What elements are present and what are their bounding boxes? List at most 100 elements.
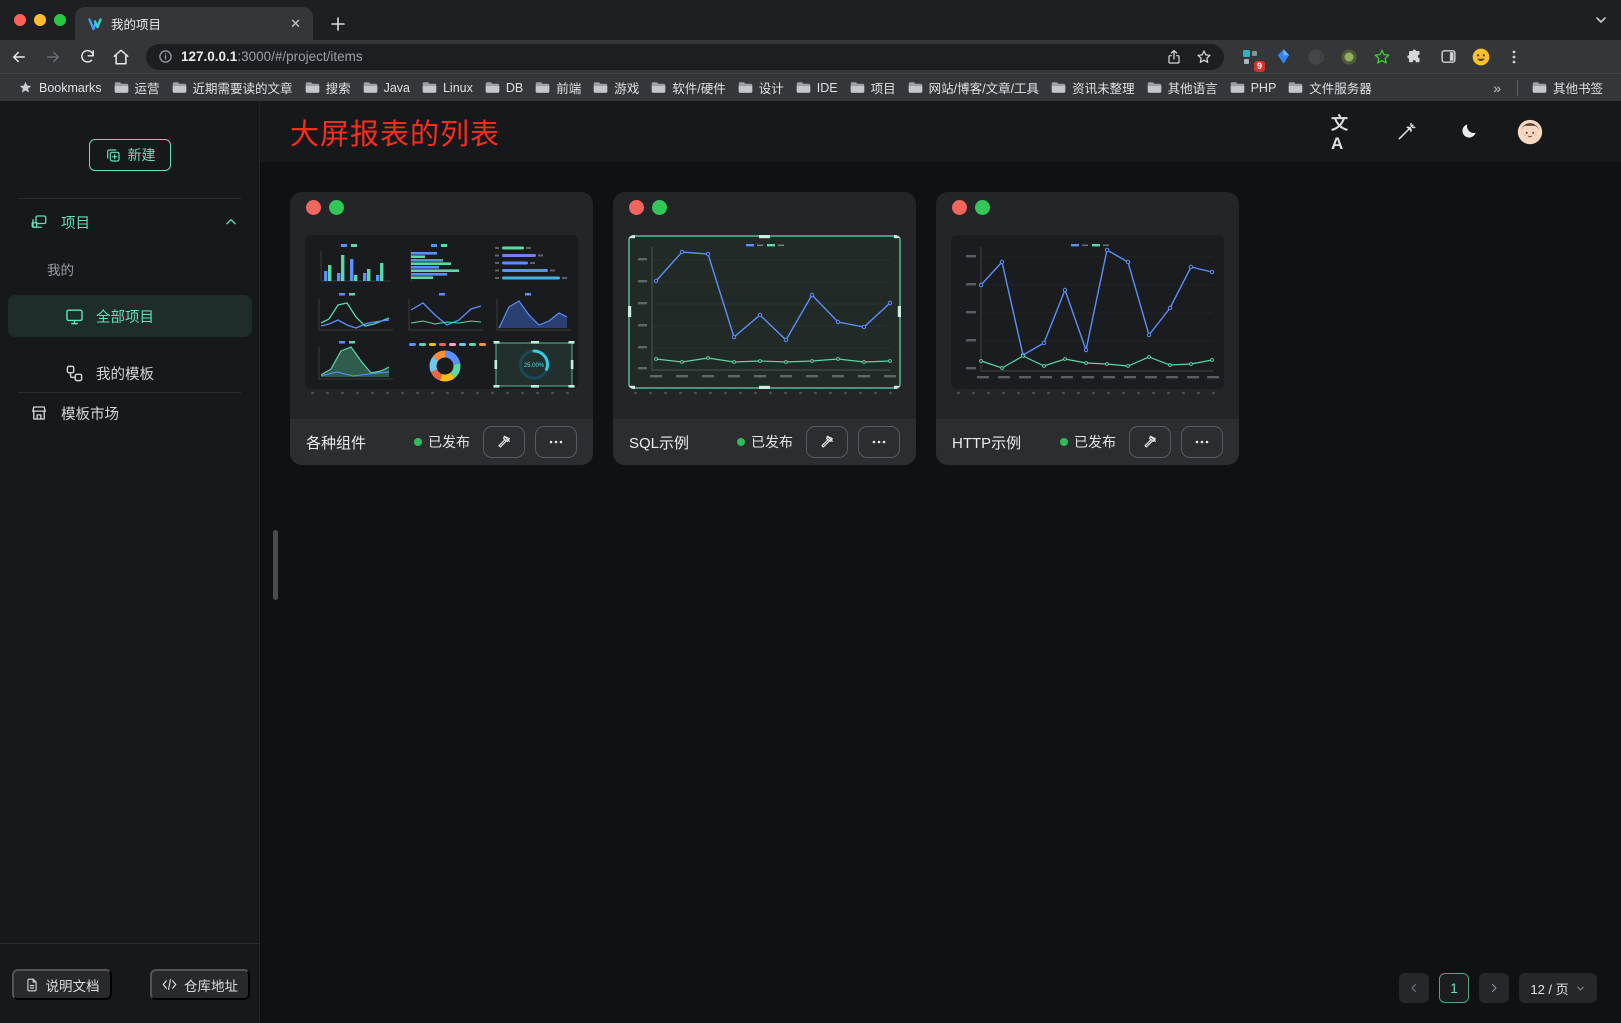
profile-avatar-icon[interactable]: [1469, 45, 1493, 69]
browser-tab[interactable]: 我的项目 ✕: [75, 7, 313, 40]
storefront-icon: [30, 404, 48, 422]
extensions-puzzle-icon[interactable]: [1403, 45, 1427, 69]
card-red-dot-icon: [629, 200, 644, 215]
bookmark-folder[interactable]: 搜索: [299, 78, 357, 97]
projects-icon: [30, 213, 48, 231]
sidebar-item-template-market[interactable]: 模板市场: [0, 398, 260, 428]
content-scrollbar[interactable]: [273, 530, 278, 600]
page-number-button[interactable]: 1: [1439, 973, 1469, 1003]
docs-button[interactable]: 说明文档: [12, 969, 112, 1000]
edit-project-button[interactable]: [483, 426, 525, 458]
site-info-icon[interactable]: [158, 49, 173, 64]
project-card[interactable]: 25.00% 各种组件 已发布: [290, 192, 593, 465]
edit-project-button[interactable]: [806, 426, 848, 458]
repo-button[interactable]: 仓库地址: [150, 969, 250, 1000]
bookmark-folder[interactable]: 设计: [732, 78, 790, 97]
window-minimize-button[interactable]: [34, 14, 46, 26]
sidebar-footer: 说明文档 仓库地址: [0, 943, 260, 1023]
chevron-up-icon[interactable]: [224, 215, 238, 229]
bookmarks-overflow-chevron[interactable]: »: [1485, 80, 1509, 96]
new-tab-button[interactable]: [324, 10, 352, 38]
document-icon: [25, 978, 39, 992]
bookmark-folder[interactable]: 其他语言: [1141, 78, 1224, 97]
project-thumbnail[interactable]: [951, 235, 1224, 389]
window-close-button[interactable]: [14, 14, 26, 26]
app-root: 新建 项目 我的 全部项目: [0, 101, 1621, 1023]
user-avatar[interactable]: [1517, 119, 1543, 145]
bookmark-folder[interactable]: 游戏: [587, 78, 645, 97]
bookmark-folder[interactable]: 文件服务器: [1282, 78, 1378, 97]
window-controls: [14, 14, 66, 26]
card-green-dot-icon: [975, 200, 990, 215]
extension-green-star-icon[interactable]: [1370, 45, 1394, 69]
hammer-icon: [496, 434, 512, 450]
copy-plus-icon: [105, 147, 121, 163]
browser-menu-icon[interactable]: [1502, 45, 1526, 69]
more-options-button[interactable]: [858, 426, 900, 458]
extension-grid-icon[interactable]: 9: [1238, 45, 1262, 69]
window-zoom-button[interactable]: [54, 14, 66, 26]
bookmark-folder[interactable]: PHP: [1224, 81, 1283, 95]
app-header: 大屏报表的列表 文A: [260, 101, 1621, 162]
sidebar-item-all-projects[interactable]: 全部项目: [8, 295, 252, 337]
bookmark-folder[interactable]: Java: [357, 81, 416, 95]
sidebar-item-my-templates[interactable]: 我的模板: [8, 352, 252, 394]
status-dot-icon: [414, 438, 422, 446]
bookmark-folder[interactable]: 前端: [529, 78, 587, 97]
dotted-divider: [305, 391, 578, 395]
bookmark-folder[interactable]: 网站/博客/文章/工具: [902, 78, 1045, 97]
bookmark-folder[interactable]: 项目: [844, 78, 902, 97]
sidebar: 新建 项目 我的 全部项目: [0, 101, 260, 1023]
sidebar-item-label: 全部项目: [96, 306, 154, 327]
new-project-button[interactable]: 新建: [89, 139, 171, 171]
extension-badge: 9: [1254, 61, 1265, 72]
sidebar-group-label: 项目: [61, 212, 90, 233]
project-title: 各种组件: [306, 432, 366, 453]
share-icon[interactable]: [1166, 49, 1182, 65]
page-size-select[interactable]: 12 / 页: [1519, 973, 1597, 1003]
publish-status: 已发布: [737, 432, 793, 452]
other-bookmarks-folder[interactable]: 其他书签: [1526, 78, 1609, 97]
tab-search-chevron-icon[interactable]: [1593, 12, 1609, 28]
project-thumbnail[interactable]: [628, 235, 901, 389]
bookmark-folder[interactable]: IDE: [790, 81, 844, 95]
side-panel-icon[interactable]: [1436, 45, 1460, 69]
back-button[interactable]: [4, 43, 34, 71]
magic-wand-icon[interactable]: [1393, 119, 1419, 145]
project-card[interactable]: SQL示例 已发布: [613, 192, 916, 465]
bookmarks-manager-item[interactable]: Bookmarks: [12, 80, 108, 95]
bookmark-folder[interactable]: DB: [479, 81, 529, 95]
language-icon[interactable]: 文A: [1331, 119, 1357, 145]
sidebar-group-projects[interactable]: 项目: [0, 207, 260, 237]
bookmark-folder[interactable]: Linux: [416, 81, 479, 95]
sidebar-subgroup-label: 我的: [47, 259, 74, 279]
code-icon: [162, 978, 177, 991]
card-footer: 各种组件 已发布: [290, 419, 593, 465]
dark-mode-moon-icon[interactable]: [1455, 119, 1481, 145]
project-title: SQL示例: [629, 432, 689, 453]
bookmark-star-icon[interactable]: [1196, 49, 1212, 65]
more-options-button[interactable]: [535, 426, 577, 458]
extension-kite-icon[interactable]: [1271, 45, 1295, 69]
extension-darkreader-icon[interactable]: [1304, 45, 1328, 69]
tab-close-icon[interactable]: ✕: [290, 16, 301, 32]
project-thumbnail[interactable]: 25.00%: [305, 235, 578, 389]
address-bar[interactable]: 127.0.0.1:3000/#/project/items: [146, 44, 1224, 70]
bookmark-folder[interactable]: 近期需要读的文章: [166, 78, 299, 97]
bookmark-folder[interactable]: 软件/硬件: [645, 78, 731, 97]
reload-button[interactable]: [72, 43, 102, 71]
extension-green-circle-icon[interactable]: [1337, 45, 1361, 69]
edit-project-button[interactable]: [1129, 426, 1171, 458]
next-page-button[interactable]: [1479, 973, 1509, 1003]
more-options-button[interactable]: [1181, 426, 1223, 458]
hammer-icon: [1142, 434, 1158, 450]
pagination: 1 12 / 页: [1399, 973, 1597, 1003]
previous-page-button[interactable]: [1399, 973, 1429, 1003]
home-button[interactable]: [106, 43, 136, 71]
bookmark-folder[interactable]: 资讯未整理: [1045, 78, 1141, 97]
browser-tabstrip: 我的项目 ✕: [0, 0, 1621, 40]
forward-button[interactable]: [38, 43, 68, 71]
bookmark-folder[interactable]: 运营: [108, 78, 166, 97]
content-area: 25.00% 各种组件 已发布: [260, 162, 1621, 1023]
project-card[interactable]: HTTP示例 已发布: [936, 192, 1239, 465]
